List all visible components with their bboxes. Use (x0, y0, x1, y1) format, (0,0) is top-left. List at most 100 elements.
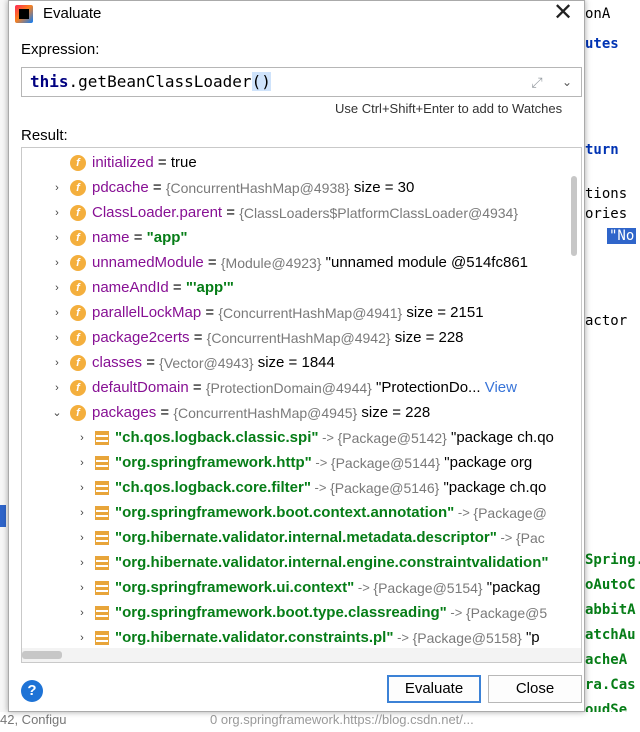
expand-arrow-icon[interactable]: › (50, 182, 64, 194)
map-entry-icon (95, 630, 109, 645)
background-watermark: 0 org.springframework.https://blog.csdn.… (210, 712, 474, 727)
field-icon: f (70, 404, 86, 421)
close-button[interactable]: Close (488, 675, 582, 703)
tree-row-separator: = (142, 354, 160, 371)
tree-row-name: parallelLockMap (92, 304, 202, 321)
background-bottom-bar: 42, Configu 0 org.springframework.https:… (0, 712, 640, 732)
horizontal-scrollbar-thumb[interactable] (22, 651, 62, 659)
expand-arrow-icon[interactable]: › (50, 357, 64, 369)
expression-method: .getBeanClassLoader (68, 72, 252, 91)
tree-row-reference: {ClassLoaders$PlatformClassLoader@4934} (239, 204, 519, 221)
field-icon: f (70, 279, 86, 296)
dialog-title: Evaluate (43, 5, 102, 22)
tree-row-value: size = 228 (357, 404, 431, 421)
expand-arrow-icon[interactable]: › (50, 207, 64, 219)
help-icon[interactable]: ? (21, 680, 43, 702)
background-code-line: "No (607, 228, 637, 244)
tree-row-reference: {ProtectionDomain@4944} (205, 379, 372, 396)
tree-row-separator: = (156, 404, 174, 421)
tree-row-separator: -> (310, 480, 331, 495)
tree-row[interactable]: › f package2certs = {ConcurrentHashMap@494… (22, 325, 581, 350)
expand-arrow-icon[interactable]: › (75, 557, 89, 569)
vertical-scrollbar[interactable] (571, 176, 577, 256)
expand-arrow-icon[interactable]: › (50, 257, 64, 269)
tree-row-separator: = (201, 304, 219, 321)
close-icon[interactable]: ✕ (548, 1, 578, 27)
tree-row-separator: = (148, 179, 166, 196)
tree-row-value: "unnamed module @514fc861 (321, 254, 529, 271)
expand-editor-icon[interactable]: ⤢ (528, 73, 546, 91)
tree-row[interactable]: › f nameAndId = "'app'" (22, 275, 581, 300)
tree-row[interactable]: › "org.hibernate.validator.internal.engin… (22, 550, 581, 575)
expand-arrow-icon[interactable]: › (75, 607, 89, 619)
background-code-line: acheA (585, 652, 628, 668)
expand-arrow-icon[interactable]: › (75, 582, 89, 594)
expand-arrow-icon[interactable]: › (75, 532, 89, 544)
tree-row-value: size = 2151 (402, 304, 484, 321)
expand-arrow-icon[interactable]: › (75, 632, 89, 644)
tree-row[interactable]: › f parallelLockMap = {ConcurrentHashMap@4… (22, 300, 581, 325)
expression-keyword: this (30, 72, 69, 91)
tree-row[interactable]: › "org.springframework.ui.context" -> {Pa… (22, 575, 581, 600)
view-link[interactable]: View (481, 379, 517, 396)
tree-row[interactable]: › f pdcache = {ConcurrentHashMap@4938} siz… (22, 175, 581, 200)
horizontal-scrollbar[interactable] (22, 648, 581, 662)
tree-row-name: "org.springframework.ui.context" (115, 579, 355, 596)
title-bar: Evaluate ✕ (9, 1, 584, 29)
tree-row[interactable]: › "org.springframework.http" -> {Package@… (22, 450, 581, 475)
background-gutter (0, 0, 8, 732)
tree-row-reference: {Pac (515, 529, 545, 546)
expand-arrow-icon[interactable]: › (75, 482, 89, 494)
map-entry-icon (95, 505, 109, 520)
tree-row-reference: {Vector@4943} (159, 354, 254, 371)
expand-arrow-icon[interactable]: › (50, 382, 64, 394)
field-icon: f (70, 379, 86, 396)
tree-row-value: true (170, 154, 197, 171)
background-selection: "No (607, 228, 637, 244)
tree-row-separator: -> (318, 430, 338, 445)
expand-arrow-icon[interactable]: › (50, 307, 64, 319)
tree-row-name: pdcache (92, 179, 149, 196)
expand-arrow-icon[interactable]: › (50, 232, 64, 244)
tree-row[interactable]: › "ch.qos.logback.classic.spi" -> {Packag… (22, 425, 581, 450)
evaluate-dialog: Evaluate ✕ Expression: this.getBeanClass… (8, 0, 585, 712)
expand-arrow-icon[interactable]: › (75, 507, 89, 519)
result-rows: f initialized = true › f pdcache = {Concurre… (22, 148, 581, 648)
tree-row-name: nameAndId (92, 279, 169, 296)
tree-row[interactable]: › "org.hibernate.validator.constraints.pl… (22, 625, 581, 648)
expand-arrow-icon[interactable]: › (50, 332, 64, 344)
evaluate-button[interactable]: Evaluate (387, 675, 481, 703)
tree-row[interactable]: › f classes = {Vector@4943} size = 1844 (22, 350, 581, 375)
tree-row[interactable]: › f defaultDomain = {ProtectionDomain@4944… (22, 375, 581, 400)
tree-row-reference: {Package@ (473, 504, 547, 521)
result-tree[interactable]: f initialized = true › f pdcache = {Concurre… (21, 147, 582, 663)
tree-row[interactable]: f initialized = true (22, 150, 581, 175)
tree-row-value: "ProtectionDo... (371, 379, 481, 396)
map-entry-icon (95, 580, 109, 595)
tree-row[interactable]: ⌄ f packages = {ConcurrentHashMap@4945} si… (22, 400, 581, 425)
background-marker (0, 505, 6, 527)
expand-arrow-icon[interactable]: › (50, 282, 64, 294)
tree-row[interactable]: › "org.hibernate.validator.internal.metad… (22, 525, 581, 550)
tree-row-separator: = (168, 279, 186, 296)
tree-row[interactable]: › f ClassLoader.parent = {ClassLoaders$Pla… (22, 200, 581, 225)
tree-row-name: "org.springframework.boot.type.classread… (115, 604, 447, 621)
tree-row[interactable]: › "ch.qos.logback.core.filter" -> {Packag… (22, 475, 581, 500)
expression-text[interactable]: this.getBeanClassLoader() (30, 72, 271, 91)
tree-row[interactable]: › f name = "app" (22, 225, 581, 250)
tree-row-separator: -> (454, 505, 474, 520)
expand-arrow-icon[interactable]: › (75, 432, 89, 444)
collapse-arrow-icon[interactable]: ⌄ (50, 406, 64, 419)
tree-row[interactable]: › "org.springframework.boot.context.annot… (22, 500, 581, 525)
background-code-line: ra.Cas (585, 677, 636, 693)
map-entry-icon (95, 455, 109, 470)
tree-row-reference: {ConcurrentHashMap@4942} (206, 329, 391, 346)
background-code-line: utes (585, 36, 619, 52)
tree-row-separator: -> (354, 580, 374, 595)
expression-input[interactable]: this.getBeanClassLoader() ⤢ ⌄ (21, 67, 582, 97)
tree-row[interactable]: › f unnamedModule = {Module@4923} "unnamed… (22, 250, 581, 275)
history-dropdown-icon[interactable]: ⌄ (558, 72, 576, 92)
tree-row[interactable]: › "org.springframework.boot.type.classrea… (22, 600, 581, 625)
tree-row-value: size = 30 (349, 179, 415, 196)
expand-arrow-icon[interactable]: › (75, 457, 89, 469)
